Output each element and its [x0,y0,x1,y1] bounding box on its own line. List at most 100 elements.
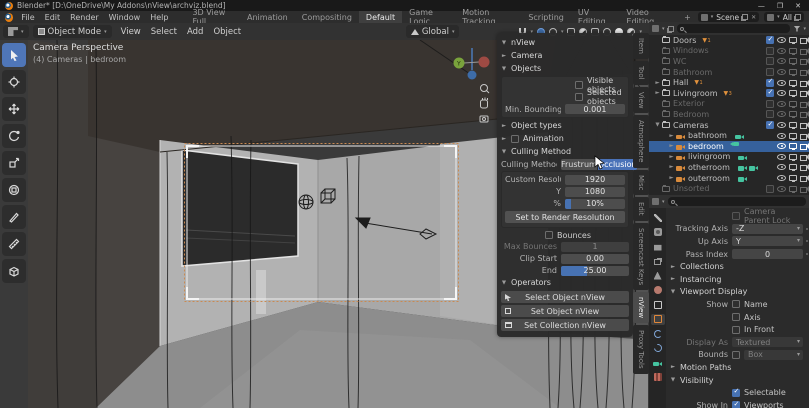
close-button[interactable]: ✕ [795,2,801,10]
tab-texture[interactable] [651,372,665,383]
render-disable-icon[interactable] [800,133,809,139]
outliner-row-camera-livingroom[interactable]: ►livingroom [649,152,809,163]
render-disable-icon[interactable] [800,122,809,128]
menu-object[interactable]: Object [208,27,246,37]
menu-file[interactable]: File [16,11,39,23]
blender-menu-icon[interactable] [5,13,13,22]
hide-eye-icon[interactable] [777,122,786,128]
exclude-checkbox[interactable] [766,110,774,118]
in-front-checkbox[interactable] [732,326,740,334]
viewport-display-section-header[interactable]: ▼Viewport Display [666,286,809,299]
hide-eye-icon[interactable] [777,186,786,192]
menu-select[interactable]: Select [146,27,182,37]
tab-scripting[interactable]: Scripting [521,11,571,23]
menu-help[interactable]: Help [145,11,173,23]
set-collection-nview-button[interactable]: Set Collection nView [501,319,629,331]
annotate-tool-button[interactable] [2,205,26,229]
animate-dot-icon[interactable] [806,228,808,230]
bounds-dropdown[interactable]: Box [744,350,803,360]
render-disable-icon[interactable] [800,37,809,43]
visibility-section-header[interactable]: ▼Visibility [666,374,809,387]
outliner-row-doors[interactable]: Doors▼1 [649,35,809,46]
sidebar-tab-edit[interactable]: Edit [633,197,649,221]
clip-end-slider[interactable]: 25.00 [561,266,629,276]
rotate-tool-button[interactable] [2,124,26,148]
tab-object[interactable] [651,314,665,325]
tab-uv-editing[interactable]: UV Editing [571,11,620,23]
bounces-checkbox[interactable] [545,231,553,239]
tab-game-logic[interactable]: Game Logic [402,11,455,23]
outliner-row-windows[interactable]: Windows [649,46,809,57]
selected-objects-checkbox[interactable] [575,93,583,101]
exclude-checkbox[interactable] [766,100,774,108]
render-disable-icon[interactable] [800,164,809,170]
sidebar-tab-nview[interactable]: nView [633,292,649,323]
tab-3d-view-full[interactable]: 3D View Full [185,11,240,23]
tab-compositing[interactable]: Compositing [295,11,359,23]
viewport-disable-icon[interactable] [789,186,797,192]
minimize-button[interactable]: — [758,2,765,10]
exclude-checkbox[interactable] [766,47,774,55]
outliner-row-bathroom-col[interactable]: Bathroom [649,67,809,78]
sidebar-tab-tool[interactable]: Tool [633,61,649,85]
viewport-disable-icon[interactable] [789,90,797,96]
cursor-tool-button[interactable] [2,70,26,94]
operators-section-header[interactable]: ▼Operators [501,276,629,289]
viewport-disable-icon[interactable] [789,58,797,64]
hide-eye-icon[interactable] [777,164,786,170]
clip-start-field[interactable]: 0.00 [561,254,629,264]
max-bounces-field[interactable]: 1 [561,242,629,252]
scale-tool-button[interactable] [2,151,26,175]
new-scene-icon[interactable] [742,14,748,20]
sidebar-tab-misc[interactable]: Misc [633,170,649,195]
viewport-disable-icon[interactable] [789,122,797,128]
hide-eye-icon[interactable] [777,69,786,75]
viewport-disable-icon[interactable] [789,69,797,75]
viewport-disable-icon[interactable] [789,164,797,170]
menu-render[interactable]: Render [65,11,103,23]
show-axis-checkbox[interactable] [732,313,740,321]
animate-dot-icon[interactable] [806,240,808,242]
viewport-disable-icon[interactable] [789,154,797,160]
sidebar-tab-item[interactable]: Item [633,33,649,59]
hide-eye-icon[interactable] [777,90,786,96]
viewport-disable-icon[interactable] [789,80,797,86]
hide-eye-icon[interactable] [777,143,786,149]
render-disable-icon[interactable] [800,101,809,107]
outliner-row-cameras[interactable]: ▼Cameras [649,120,809,131]
select-box-tool-button[interactable] [2,43,26,67]
hide-eye-icon[interactable] [777,80,786,86]
tab-scene[interactable] [651,270,665,281]
render-disable-icon[interactable] [800,90,809,96]
outliner-row-livingroom-col[interactable]: ►Livingroom▼3 [649,88,809,99]
expand-icon[interactable]: ► [667,164,676,170]
scene-selector[interactable]: ▾ Scene ✕ [698,12,759,22]
filter-icon[interactable] [793,26,800,32]
sidebar-tab-proxy-tools[interactable]: Proxy Tools [633,325,649,374]
select-object-nview-button[interactable]: Select Object nView [501,291,629,303]
tab-default[interactable]: Default [359,11,402,23]
tab-physics[interactable] [651,343,665,354]
mode-selector[interactable]: Object Mode ▾ [33,25,112,38]
expand-icon[interactable]: ► [667,154,676,160]
render-disable-icon[interactable] [800,80,809,86]
outliner-row-wc[interactable]: WC [649,56,809,67]
motion-paths-section-header[interactable]: ►Motion Paths [666,361,809,374]
tab-object-data[interactable] [651,357,665,368]
sidebar-tab-screencast-keys[interactable]: Screencast Keys [633,223,649,290]
bounds-checkbox[interactable] [732,351,740,359]
outliner-editor-icon[interactable] [652,25,659,32]
animate-dot-icon[interactable] [806,253,808,255]
object-types-section-header[interactable]: ►Object types [501,119,629,132]
hide-eye-icon[interactable] [777,101,786,107]
render-disable-icon[interactable] [800,154,809,160]
hide-eye-icon[interactable] [777,154,786,160]
transform-orientation-selector[interactable]: Global ▾ [406,25,460,38]
nview-panel-header[interactable]: ▼nView [501,36,629,49]
viewport-disable-icon[interactable] [789,37,797,43]
outliner-row-unsorted[interactable]: Unsorted [649,183,809,194]
set-render-resolution-button[interactable]: Set to Render Resolution [505,211,625,223]
expand-icon[interactable]: ► [667,175,676,181]
hide-eye-icon[interactable] [777,133,786,139]
visible-objects-checkbox[interactable] [575,81,583,89]
